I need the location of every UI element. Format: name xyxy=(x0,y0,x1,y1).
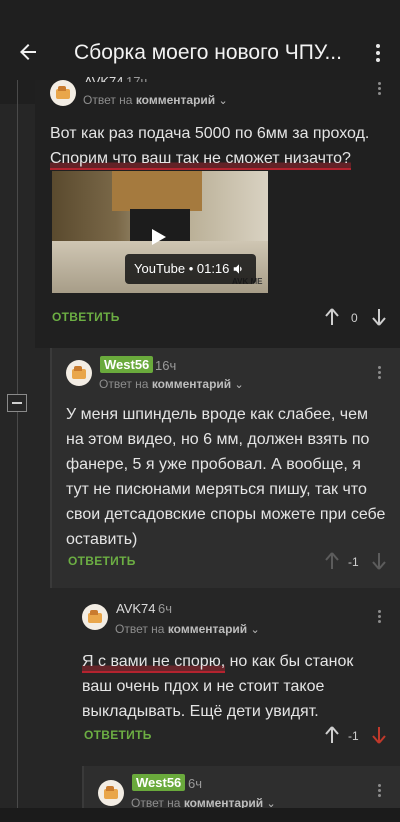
reply-prefix: Ответ на xyxy=(83,93,133,107)
reply-target: комментарий xyxy=(135,93,216,107)
comment-body: У меня шпиндель вроде как слабее, чем на… xyxy=(66,406,386,548)
highlighted-text: Спорим что ваш так не сможет низачто? xyxy=(50,150,351,170)
reply-prefix: Ответ на xyxy=(115,622,165,636)
reply-button[interactable]: ОТВЕТИТЬ xyxy=(52,310,120,324)
reply-to-link[interactable]: Ответ на комментарий ⌄ xyxy=(99,377,244,391)
comment-time: 17ч xyxy=(126,74,148,82)
comment-time: 16ч xyxy=(155,358,177,373)
upvote-arrow-icon[interactable] xyxy=(325,726,339,744)
page-title: Сборка моего нового ЧПУ... xyxy=(74,41,342,64)
reply-to-link[interactable]: Ответ на комментарий ⌄ xyxy=(83,93,228,107)
comment-author[interactable]: West56 xyxy=(100,356,154,373)
avatar[interactable] xyxy=(66,360,92,386)
chevron-down-icon: ⌄ xyxy=(234,379,244,391)
avatar[interactable] xyxy=(82,604,108,630)
comment-author[interactable]: West56 xyxy=(132,774,186,791)
comment-menu-icon[interactable] xyxy=(374,782,384,802)
highlighted-text: Я с вами не спорю, xyxy=(82,653,226,673)
upvote-arrow-icon[interactable] xyxy=(325,552,339,570)
comment-time: 6ч xyxy=(188,776,203,791)
collapse-thread-button[interactable] xyxy=(7,394,27,412)
comment-time: 6ч xyxy=(158,601,173,616)
reply-prefix: Ответ на xyxy=(99,377,149,391)
downvote-arrow-icon[interactable] xyxy=(372,552,386,570)
upvote-arrow-icon[interactable] xyxy=(325,308,339,326)
comment-body: Я с вами не спорю, но как бы станок ваш … xyxy=(82,649,382,724)
comment-author[interactable]: AVK74 xyxy=(84,74,124,82)
reply-button[interactable]: ОТВЕТИТЬ xyxy=(84,728,152,742)
avatar[interactable] xyxy=(50,80,76,106)
play-icon xyxy=(152,229,166,245)
comment-author[interactable]: AVK74 xyxy=(116,601,156,616)
comment-menu-icon[interactable] xyxy=(374,80,384,100)
comment-score: -1 xyxy=(348,729,359,743)
thread-line xyxy=(17,80,18,822)
comment-text-line: Вот как раз подача 5000 по 6мм за проход… xyxy=(50,125,370,142)
chevron-down-icon: ⌄ xyxy=(250,624,260,636)
avatar[interactable] xyxy=(98,780,124,806)
video-badge[interactable]: YouTube • 01:16 xyxy=(125,254,256,284)
comment-score: -1 xyxy=(348,555,359,569)
back-arrow-icon[interactable] xyxy=(16,40,40,64)
volume-icon xyxy=(233,264,242,274)
downvote-arrow-icon[interactable] xyxy=(372,726,386,744)
more-options-icon[interactable] xyxy=(370,42,386,64)
bottom-bar xyxy=(0,808,400,822)
reply-to-link[interactable]: Ответ на комментарий ⌄ xyxy=(115,622,260,636)
chevron-down-icon: ⌄ xyxy=(218,95,228,107)
downvote-arrow-icon[interactable] xyxy=(372,308,386,326)
reply-button[interactable]: ОТВЕТИТЬ xyxy=(68,554,136,568)
comment-menu-icon[interactable] xyxy=(374,364,384,384)
reply-target: комментарий xyxy=(151,377,232,391)
reply-target: комментарий xyxy=(167,622,248,636)
comment-body: Вот как раз подача 5000 по 6мм за проход… xyxy=(50,121,390,171)
comment-menu-icon[interactable] xyxy=(374,608,384,628)
comment-score: 0 xyxy=(351,311,358,325)
video-label: YouTube • 01:16 xyxy=(134,261,230,276)
